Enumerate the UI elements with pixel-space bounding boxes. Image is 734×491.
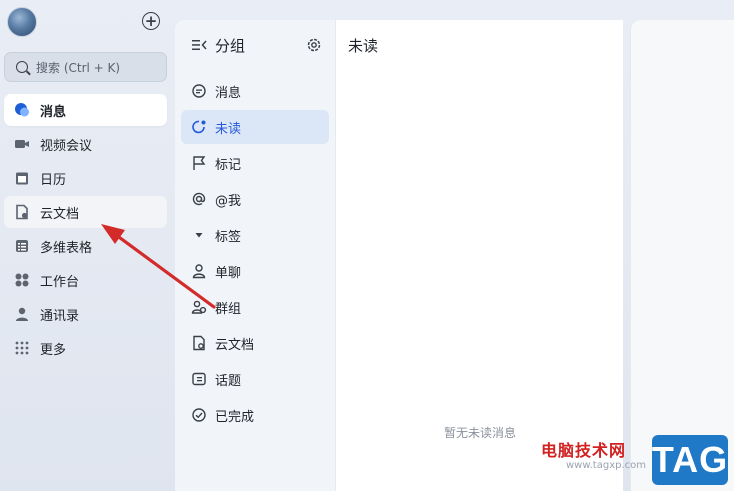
sidebar-item-multidim-table[interactable]: 多维表格 (4, 230, 167, 262)
group-item-direct-chat[interactable]: 单聊 (181, 254, 329, 288)
group-item-at-me[interactable]: @我 (181, 182, 329, 216)
calendar-icon (14, 170, 30, 186)
watermark-site-name: 电脑技术网 (541, 441, 627, 460)
detail-pane (630, 20, 734, 491)
video-icon (14, 136, 30, 152)
sidebar-item-cloud-docs[interactable]: 云文档 (4, 196, 167, 228)
group-item-label: @我 (215, 193, 242, 209)
unread-icon (191, 119, 207, 135)
check-circle-icon (191, 407, 207, 423)
sidebar-item-label: 工作台 (40, 274, 80, 290)
group-item-label: 话题 (215, 373, 242, 389)
message-bubble-icon (14, 102, 30, 118)
group-item-done[interactable]: 已完成 (181, 398, 329, 432)
contacts-icon (14, 306, 30, 322)
collapse-menu-icon[interactable] (191, 37, 207, 53)
group-item-unread[interactable]: 未读 (181, 110, 329, 144)
sidebar-item-label: 通讯录 (40, 308, 80, 324)
triangle-down-icon (191, 227, 207, 243)
sidebar-item-calendar[interactable]: 日历 (4, 162, 167, 194)
watermark-url: www.tagxp.com (566, 460, 646, 471)
group-panel: 分组 消息 未读 标记 @我 标签 单聊 群组 云文档 话题 已完成 (175, 20, 335, 491)
sidebar-item-contacts[interactable]: 通讯录 (4, 298, 167, 330)
group-item-flagged[interactable]: 标记 (181, 146, 329, 180)
sidebar-item-label: 更多 (40, 342, 67, 358)
search-placeholder: 搜索 (Ctrl + K) (36, 60, 121, 75)
cloud-doc-icon (14, 204, 30, 220)
sidebar-item-label: 视频会议 (40, 138, 93, 154)
sidebar-item-label: 消息 (40, 104, 67, 120)
group-item-label: 标签 (215, 229, 242, 245)
group-item-tags[interactable]: 标签 (181, 218, 329, 252)
app-window: + 搜索 (Ctrl + K) 消息 视频会议 日历 云文档 多维表格 工作台 … (0, 0, 734, 491)
group-item-label: 未读 (215, 121, 242, 137)
flag-icon (191, 155, 207, 171)
group-item-cloud-docs[interactable]: 云文档 (181, 326, 329, 360)
sidebar-item-label: 云文档 (40, 206, 80, 222)
group-icon (191, 299, 207, 315)
sidebar: + 搜索 (Ctrl + K) 消息 视频会议 日历 云文档 多维表格 工作台 … (0, 0, 175, 491)
message-list: 未读 暂无未读消息 (335, 20, 623, 491)
topic-icon (191, 371, 207, 387)
avatar[interactable] (7, 7, 37, 37)
more-grid-icon (14, 340, 30, 356)
group-list: 消息 未读 标记 @我 标签 单聊 群组 云文档 话题 已完成 (181, 74, 329, 434)
table-icon (14, 238, 30, 254)
group-item-label: 已完成 (215, 409, 255, 425)
at-icon (191, 191, 207, 207)
group-item-label: 标记 (215, 157, 242, 173)
search-input[interactable]: 搜索 (Ctrl + K) (4, 52, 167, 82)
chat-icon (191, 83, 207, 99)
group-item-label: 消息 (215, 85, 242, 101)
apps-icon (14, 272, 30, 288)
plus-icon: + (144, 11, 158, 30)
group-item-label: 单聊 (215, 265, 242, 281)
sidebar-item-video-meeting[interactable]: 视频会议 (4, 128, 167, 160)
add-button[interactable]: + (142, 12, 160, 30)
group-item-topics[interactable]: 话题 (181, 362, 329, 396)
group-item-messages[interactable]: 消息 (181, 74, 329, 108)
group-item-groups[interactable]: 群组 (181, 290, 329, 324)
sidebar-item-more[interactable]: 更多 (4, 332, 167, 364)
sidebar-item-messages[interactable]: 消息 (4, 94, 167, 126)
group-header: 分组 (191, 34, 321, 56)
doc-icon (191, 335, 207, 351)
search-icon (16, 61, 28, 73)
group-title: 分组 (215, 36, 246, 55)
sidebar-item-workplace[interactable]: 工作台 (4, 264, 167, 296)
sidebar-nav: 消息 视频会议 日历 云文档 多维表格 工作台 通讯录 更多 (4, 94, 167, 366)
watermark-tag-logo: TAG (652, 435, 728, 485)
group-item-label: 云文档 (215, 337, 255, 353)
person-icon (191, 263, 207, 279)
sidebar-item-label: 日历 (40, 172, 67, 188)
gear-icon[interactable] (306, 37, 322, 53)
message-list-title: 未读 (348, 37, 379, 55)
sidebar-item-label: 多维表格 (40, 240, 93, 256)
group-item-label: 群组 (215, 301, 242, 317)
